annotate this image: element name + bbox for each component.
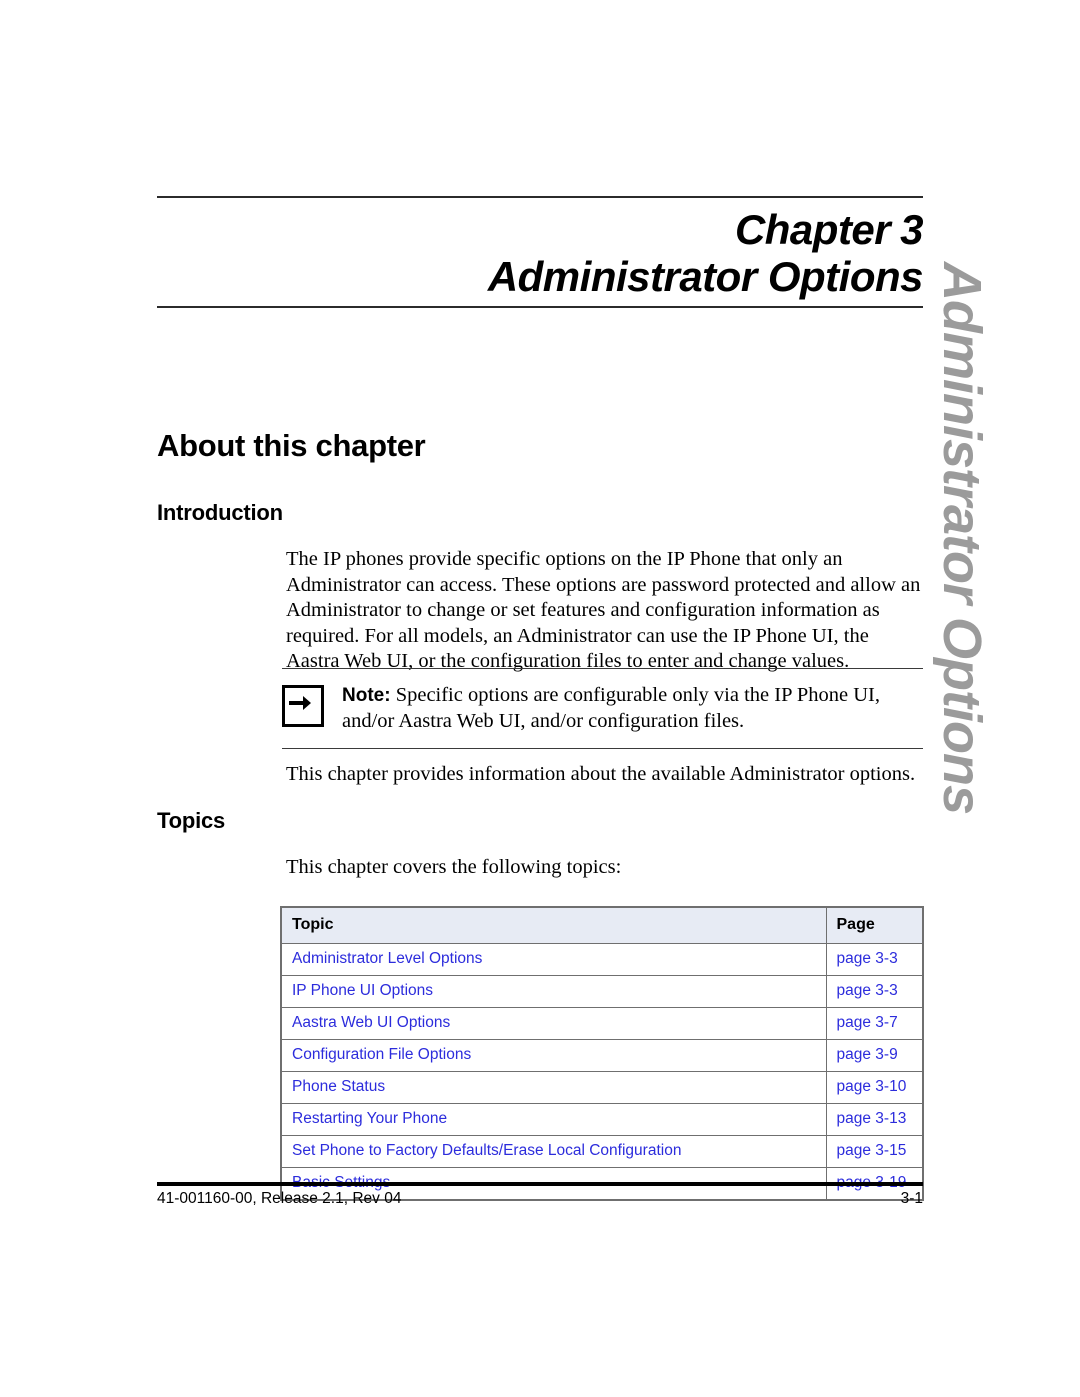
table-body: Administrator Level Options page 3-3 IP Ph… <box>280 943 924 1201</box>
footer-rule <box>157 1182 923 1186</box>
column-header-page: Page <box>825 906 924 944</box>
chapter-summary-paragraph: This chapter provides information about … <box>286 763 916 785</box>
table-cell-page: page 3-15 <box>825 1135 924 1168</box>
topics-table: Topic Page Administrator Level Options pa… <box>280 906 924 1201</box>
topic-link[interactable]: Restarting Your Phone <box>292 1110 447 1127</box>
table-cell-topic: Restarting Your Phone <box>280 1103 827 1136</box>
page-link[interactable]: page 3-7 <box>837 1014 898 1031</box>
table-cell-page: page 3-13 <box>825 1103 924 1136</box>
document-page: Chapter 3 Administrator Options Administr… <box>0 0 1080 1397</box>
chapter-title: Administrator Options <box>487 253 924 301</box>
table-cell-topic: Configuration File Options <box>280 1039 827 1072</box>
note-body: Specific options are configurable only v… <box>342 684 880 732</box>
table-cell-page: page 3-9 <box>825 1039 924 1072</box>
side-tab: Administrator Options <box>932 262 995 814</box>
topic-link[interactable]: IP Phone UI Options <box>292 982 433 999</box>
table-cell-topic: Phone Status <box>280 1071 827 1104</box>
table-cell-page: page 3-7 <box>825 1007 924 1040</box>
table-cell-page: page 3-3 <box>825 975 924 1008</box>
footer-document-id: 41-001160-00, Release 2.1, Rev 04 <box>157 1190 402 1207</box>
page-link[interactable]: page 3-10 <box>837 1078 907 1095</box>
page-link[interactable]: page 3-15 <box>837 1142 907 1159</box>
note-rule-bottom <box>282 748 923 749</box>
topic-link[interactable]: Phone Status <box>292 1078 385 1095</box>
page-link[interactable]: page 3-9 <box>837 1046 898 1063</box>
table-cell-topic: Set Phone to Factory Defaults/Erase Loca… <box>280 1135 827 1168</box>
note-callout: Note: Specific options are configurable … <box>282 668 923 749</box>
section-heading-introduction: Introduction <box>157 500 283 525</box>
table-cell-page: page 3-10 <box>825 1071 924 1104</box>
table-cell-page: page 3-3 <box>825 943 924 976</box>
chapter-number: 3 <box>900 206 923 253</box>
introduction-paragraph: The IP phones provide specific options o… <box>286 548 921 672</box>
note-text-wrap: Note: Specific options are configurable … <box>342 683 923 734</box>
table-cell-topic: Administrator Level Options <box>280 943 827 976</box>
topic-link[interactable]: Configuration File Options <box>292 1046 471 1063</box>
column-header-topic: Topic <box>280 906 827 944</box>
section-heading-topics: Topics <box>157 808 226 833</box>
table-row: Administrator Level Options page 3-3 <box>280 943 924 976</box>
table-row: IP Phone UI Options page 3-3 <box>280 975 924 1008</box>
note-label: Note: <box>342 685 391 706</box>
topic-link[interactable]: Aastra Web UI Options <box>292 1014 450 1031</box>
page-footer: 41-001160-00, Release 2.1, Rev 04 3-1 <box>157 1190 923 1208</box>
table-cell-topic: Aastra Web UI Options <box>280 1007 827 1040</box>
table-row: Configuration File Options page 3-9 <box>280 1039 924 1072</box>
chapter-header: Chapter 3 Administrator Options <box>157 196 924 309</box>
chapter-number-line: Chapter 3 <box>157 206 924 253</box>
page-link[interactable]: page 3-3 <box>837 982 898 999</box>
page-title: About this chapter <box>157 428 426 463</box>
footer-page-number: 3-1 <box>900 1190 923 1207</box>
topic-link[interactable]: Set Phone to Factory Defaults/Erase Loca… <box>292 1142 681 1159</box>
page-link[interactable]: page 3-13 <box>837 1110 907 1127</box>
topics-intro-paragraph: This chapter covers the following topics… <box>286 856 622 878</box>
table-row: Set Phone to Factory Defaults/Erase Loca… <box>280 1135 924 1168</box>
topic-link[interactable]: Administrator Level Options <box>292 950 482 967</box>
table-row: Phone Status page 3-10 <box>280 1071 924 1104</box>
side-tab-label: Administrator Options <box>932 262 992 815</box>
chapter-label: Chapter <box>734 206 891 253</box>
chapter-rule-bottom <box>157 306 923 309</box>
chapter-title-block: Chapter 3 Administrator Options <box>157 198 924 306</box>
table-header-row: Topic Page <box>280 906 924 944</box>
table-row: Restarting Your Phone page 3-13 <box>280 1103 924 1136</box>
right-arrow-icon <box>282 685 324 727</box>
table-row: Aastra Web UI Options page 3-7 <box>280 1007 924 1040</box>
table-cell-topic: IP Phone UI Options <box>280 975 827 1008</box>
page-link[interactable]: page 3-3 <box>837 950 898 967</box>
